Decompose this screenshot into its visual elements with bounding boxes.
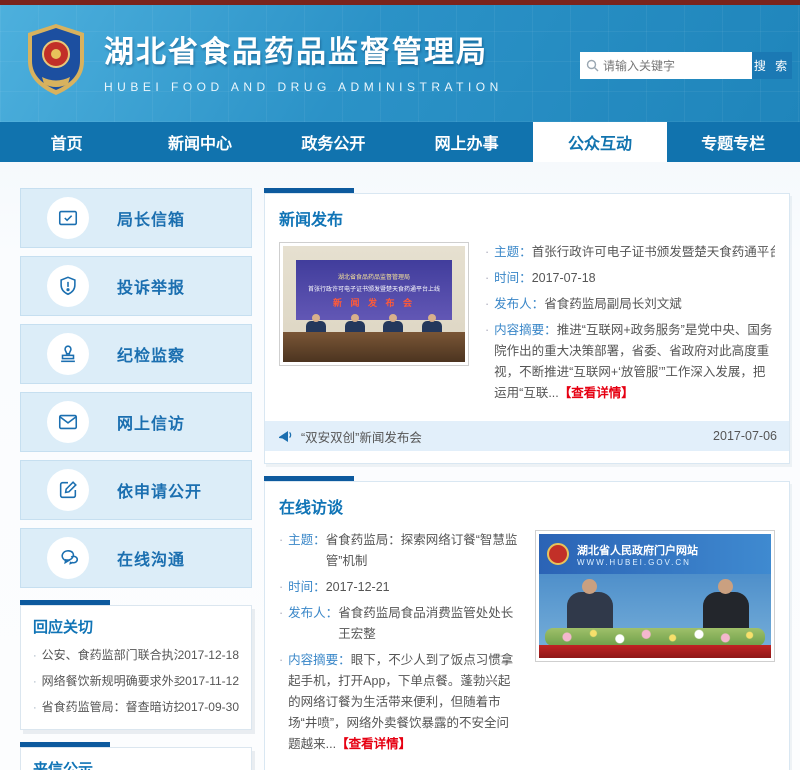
press-screen: 湖北省食品药品监督管理局 首张行政许可电子证书颁发暨楚天食药通平台上线 新 闻 … <box>296 260 453 320</box>
field-time: ·时间：2017-12-21 <box>279 577 519 598</box>
megaphone-icon <box>277 429 293 443</box>
site-title: 湖北省食品药品监督管理局 <box>104 27 503 71</box>
response-item[interactable]: · 网络餐饮新规明确要求外卖... 2017-11-12 <box>33 669 239 695</box>
sidebar-item-director-mailbox[interactable]: 局长信箱 <box>20 188 252 248</box>
site-logo-link[interactable]: 湖北省食品药品监督管理局 HUBEI FOOD AND DRUG ADMINIS… <box>22 21 503 99</box>
field-topic: ·主题：首张行政许可电子证书颁发暨楚天食药通平台上线新闻... <box>485 242 775 263</box>
field-time: ·时间：2017-07-18 <box>485 268 775 289</box>
site-subtitle: HUBEI FOOD AND DRUG ADMINISTRATION <box>104 80 503 94</box>
field-speaker: ·发布人：省食药监局食品消费监管处处长王宏整 <box>279 603 519 645</box>
search-input[interactable] <box>603 59 758 73</box>
response-item[interactable]: · 公安、食药监部门联合执法... 2017-12-18 <box>33 643 239 669</box>
field-topic: ·主题：省食药监局：探索网络订餐“智慧监管”机制 <box>279 530 519 572</box>
field-summary: · 内容摘要：眼下，不少人到了饭点习惯拿起手机，打开App，下单点餐。蓬勃兴起的… <box>279 650 519 755</box>
news-release-title: 新闻发布 <box>279 206 775 230</box>
nav-item-news-center[interactable]: 新闻中心 <box>133 122 266 162</box>
view-details-link[interactable]: 【查看详情】 <box>336 737 411 751</box>
envelope-icon <box>47 401 89 443</box>
search-bar: 搜 索 <box>580 52 792 79</box>
nav-item-public-interaction[interactable]: 公众互动 <box>533 122 666 162</box>
news-release-bar: “双安双创”新闻发布会 2017-07-06 <box>265 421 789 451</box>
response-item[interactable]: · 省食药监管局：督查暗访抓... 2017-09-30 <box>33 695 239 721</box>
envelope-check-icon <box>47 197 89 239</box>
sidebar-item-complaints[interactable]: 投诉举报 <box>20 256 252 316</box>
main-column: 新闻发布 湖北省食品药品监督管理局 首张行政许可电子证书颁发暨楚天食药通平台上线… <box>264 188 790 770</box>
search-box <box>580 52 752 79</box>
main-nav: 首页 新闻中心 政务公开 网上办事 公众互动 专题专栏 <box>0 122 800 162</box>
nav-item-special-topics[interactable]: 专题专栏 <box>667 122 800 162</box>
interview-title: 在线访谈 <box>279 494 775 518</box>
interview-banner: 湖北省人民政府门户网站 WWW.HUBEI.GOV.CN <box>539 534 771 574</box>
search-button[interactable]: 搜 索 <box>752 52 792 79</box>
sidebar-item-online-communication[interactable]: 在线沟通 <box>20 528 252 588</box>
response-panel: 回应关切 · 公安、食药监部门联合执法... 2017-12-18 · 网络餐饮… <box>20 605 252 730</box>
interview-section: 在线访谈 ·主题：省食药监局：探索网络订餐“智慧监管”机制 ·时间：2017-1… <box>264 481 790 770</box>
gov-emblem-icon <box>547 543 569 565</box>
interview-fields: ·主题：省食药监局：探索网络订餐“智慧监管”机制 ·时间：2017-12-21 … <box>279 530 519 760</box>
field-summary: · 内容摘要：推进“互联网+政务服务”是党中央、国务院作出的重大决策部署，省委、… <box>485 320 775 404</box>
stamp-icon <box>47 333 89 375</box>
shield-alert-icon <box>47 265 89 307</box>
sidebar-item-online-petition[interactable]: 网上信访 <box>20 392 252 452</box>
nav-item-gov-affairs[interactable]: 政务公开 <box>267 122 400 162</box>
news-release-fields: ·主题：首张行政许可电子证书颁发暨楚天食药通平台上线新闻... ·时间：2017… <box>485 242 775 409</box>
field-speaker: ·发布人：省食药监局副局长刘文斌 <box>485 294 775 315</box>
letters-panel-title: 来信公示 <box>33 758 239 770</box>
sidebar-item-disclosure-request[interactable]: 依申请公开 <box>20 460 252 520</box>
chat-bubbles-icon <box>47 537 89 579</box>
site-header: 湖北省食品药品监督管理局 HUBEI FOOD AND DRUG ADMINIS… <box>0 5 800 122</box>
news-release-section: 新闻发布 湖北省食品药品监督管理局 首张行政许可电子证书颁发暨楚天食药通平台上线… <box>264 193 790 464</box>
agency-badge-icon <box>22 21 90 99</box>
left-sidebar: 局长信箱 投诉举报 纪检监察 <box>20 188 252 770</box>
nav-item-online-services[interactable]: 网上办事 <box>400 122 533 162</box>
news-bar-link[interactable]: “双安双创”新闻发布会 <box>301 427 422 446</box>
page: 湖北省食品药品监督管理局 HUBEI FOOD AND DRUG ADMINIS… <box>0 0 800 770</box>
nav-item-home[interactable]: 首页 <box>0 122 133 162</box>
news-bar-date: 2017-07-06 <box>713 429 777 443</box>
brand-text: 湖北省食品药品监督管理局 HUBEI FOOD AND DRUG ADMINIS… <box>104 27 503 94</box>
response-panel-title: 回应关切 <box>33 616 239 637</box>
letters-panel: 来信公示 · 周某信访事项办理情况 2017-11-08 <box>20 747 252 770</box>
view-details-link[interactable]: 【查看详情】 <box>559 386 634 400</box>
content: 局长信箱 投诉举报 纪检监察 <box>0 162 800 770</box>
press-conference-photo[interactable]: 湖北省食品药品监督管理局 首张行政许可电子证书颁发暨楚天食药通平台上线 新 闻 … <box>279 242 469 366</box>
sidebar-item-discipline-inspection[interactable]: 纪检监察 <box>20 324 252 384</box>
interview-photo[interactable]: 湖北省人民政府门户网站 WWW.HUBEI.GOV.CN <box>535 530 775 662</box>
search-icon <box>586 59 599 72</box>
edit-icon <box>47 469 89 511</box>
